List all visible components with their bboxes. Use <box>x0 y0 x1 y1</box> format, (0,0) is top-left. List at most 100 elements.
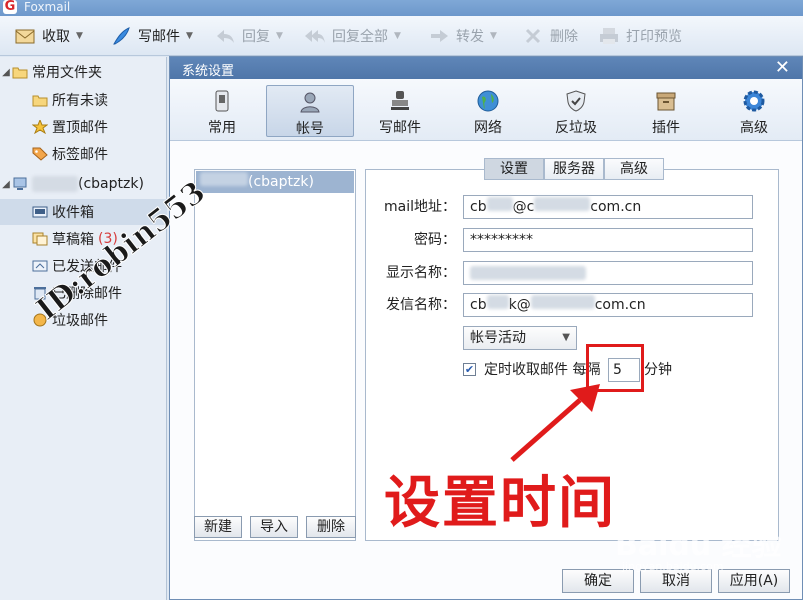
tab-plugins[interactable]: 插件 <box>622 85 710 137</box>
folder-tagged[interactable]: 标签邮件 <box>0 141 167 167</box>
folder-pane: ◢ 常用文件夹 所有未读 置顶邮件 标签邮件 ◢ (cbaptzk) 收件箱 草… <box>0 57 167 600</box>
redacted-account-name <box>200 172 248 186</box>
new-account-button[interactable]: 新建 <box>194 516 242 538</box>
folder-label: 常用文件夹 <box>32 65 102 81</box>
expand-triangle-icon[interactable]: ◢ <box>0 179 12 190</box>
close-icon[interactable]: ✕ <box>775 57 790 79</box>
folder-label: 标签邮件 <box>52 147 108 163</box>
baidu-watermark: Baidu 经验 <box>615 528 782 563</box>
folder-group-common[interactable]: ◢ 常用文件夹 <box>0 59 167 85</box>
annotation-text: 设置时间 <box>384 471 616 536</box>
redacted-text <box>486 295 509 309</box>
chevron-down-icon: ▼ <box>394 31 401 41</box>
delete-label: 删除 <box>550 29 578 45</box>
app-title: Foxmail <box>24 0 71 14</box>
auto-receive-checkbox[interactable]: ✔ <box>463 363 476 376</box>
dialog-titlebar: 系统设置 ✕ <box>170 57 802 79</box>
tab-advanced[interactable]: 高级 <box>710 85 798 137</box>
printer-icon <box>600 28 618 44</box>
subtab-settings[interactable]: 设置 <box>484 158 544 180</box>
password-label: 密码： <box>414 232 456 248</box>
reply-label: 回复 <box>242 29 270 45</box>
folder-label: 收件箱 <box>52 205 94 221</box>
account-node[interactable]: ◢ (cbaptzk) <box>0 171 167 197</box>
print-preview-button[interactable]: 打印预览 <box>598 24 682 48</box>
dialog-title: 系统设置 <box>182 64 235 79</box>
display-name-label: 显示名称： <box>386 265 456 281</box>
redacted-text <box>534 197 591 211</box>
gear-icon <box>743 90 765 112</box>
folder-unread[interactable]: 所有未读 <box>0 87 167 113</box>
stamp-icon <box>391 91 409 110</box>
forward-arrow-icon <box>431 30 448 42</box>
chevron-down-icon: ▼ <box>562 332 570 343</box>
reply-all-arrow-icon <box>305 30 325 43</box>
reply-button[interactable]: 回复 ▼ <box>214 24 283 48</box>
reply-all-button[interactable]: 回复全部 ▼ <box>304 24 401 48</box>
folder-icon <box>32 95 48 107</box>
receive-button[interactable]: 收取 ▼ <box>14 24 83 48</box>
tab-label: 常用 <box>208 120 236 136</box>
delete-x-icon <box>525 28 541 44</box>
receive-label: 收取 <box>42 29 70 45</box>
expand-triangle-icon[interactable]: ◢ <box>0 67 12 78</box>
reply-all-label: 回复全部 <box>332 29 388 45</box>
account-status-select[interactable]: 帐号活动 ▼ <box>463 326 577 350</box>
apply-button[interactable]: 应用(A) <box>718 569 790 593</box>
forward-button[interactable]: 转发 ▼ <box>428 24 497 48</box>
tab-label: 帐号 <box>296 121 324 137</box>
password-field[interactable]: ********* <box>463 228 753 252</box>
globe-icon <box>477 90 499 112</box>
inbox-icon <box>32 206 48 218</box>
tag-icon <box>32 147 48 161</box>
account-list: (cbaptzk) <box>194 169 356 541</box>
folder-label: 所有未读 <box>52 93 108 109</box>
tab-compose[interactable]: 写邮件 <box>356 85 444 137</box>
account-item-suffix: (cbaptzk) <box>248 174 314 190</box>
tab-antispam[interactable]: 反垃圾 <box>532 85 620 137</box>
reply-arrow-icon <box>217 30 234 43</box>
sender-name-field[interactable]: cb k@ com.cn <box>463 293 753 317</box>
shield-icon <box>566 90 586 112</box>
subtab-server[interactable]: 服务器 <box>544 158 604 180</box>
feather-pen-icon <box>113 27 130 45</box>
tab-account[interactable]: 帐号 <box>266 85 354 137</box>
tab-general[interactable]: 常用 <box>178 85 266 137</box>
tab-network[interactable]: 网络 <box>444 85 532 137</box>
delete-account-button[interactable]: 删除 <box>306 516 356 538</box>
tab-label: 反垃圾 <box>555 120 597 136</box>
compose-button[interactable]: 写邮件 ▼ <box>110 24 193 48</box>
redacted-text <box>470 266 586 280</box>
auto-receive-label: 定时收取邮件 每隔 <box>484 362 601 378</box>
account-list-item[interactable]: (cbaptzk) <box>196 171 354 193</box>
envelope-icon <box>15 29 35 44</box>
compose-label: 写邮件 <box>138 29 180 45</box>
redacted-text <box>486 197 513 211</box>
chevron-down-icon: ▼ <box>490 31 497 41</box>
folder-junk[interactable]: 垃圾邮件 <box>0 307 167 333</box>
chevron-down-icon: ▼ <box>76 31 83 41</box>
phone-icon <box>215 90 229 112</box>
sent-icon <box>32 260 48 272</box>
account-computer-icon <box>13 177 27 190</box>
print-preview-label: 打印预览 <box>626 29 682 45</box>
minutes-unit-label: 分钟 <box>644 362 672 378</box>
folder-label: 草稿箱 <box>52 232 94 248</box>
subtab-advanced[interactable]: 高级 <box>604 158 664 180</box>
folder-label: 置顶邮件 <box>52 120 108 136</box>
annotation-arrow-icon <box>510 384 600 462</box>
folder-pinned[interactable]: 置顶邮件 <box>0 114 167 140</box>
import-button[interactable]: 导入 <box>250 516 298 538</box>
redacted-account-name <box>32 176 78 192</box>
email-field[interactable]: cb @c com.cn <box>463 195 753 219</box>
redacted-text <box>530 295 595 309</box>
delete-button[interactable]: 删除 <box>522 24 578 48</box>
sender-name-label: 发信名称： <box>386 297 456 313</box>
main-toolbar: 收取 ▼ 写邮件 ▼ 回复 ▼ 回复全部 ▼ 转发 ▼ 删除 打印预览 <box>0 16 803 56</box>
tab-label: 高级 <box>740 120 768 136</box>
tab-label: 插件 <box>652 120 680 136</box>
app-titlebar: G Foxmail <box>0 0 803 16</box>
chevron-down-icon: ▼ <box>186 31 193 41</box>
display-name-field[interactable] <box>463 261 753 285</box>
folder-icon <box>12 67 28 79</box>
